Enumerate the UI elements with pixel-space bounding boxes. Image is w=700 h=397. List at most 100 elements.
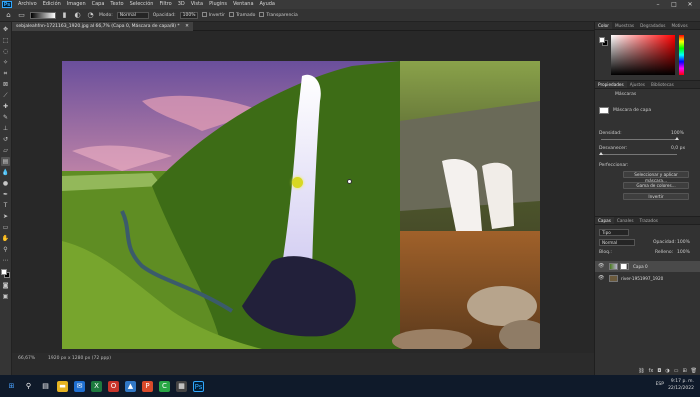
transparency-option[interactable]: Transparencia [259, 12, 298, 18]
menu-edicion[interactable]: Edición [40, 0, 64, 9]
powerpoint-icon[interactable]: P [142, 380, 153, 392]
canvas-area[interactable] [12, 31, 594, 353]
radial-gradient-icon[interactable]: ◐ [73, 11, 82, 20]
gradient-picker[interactable] [30, 11, 56, 19]
opacity-input[interactable]: 100% [179, 11, 198, 19]
tab-paths[interactable]: Trazados [637, 217, 661, 224]
panel-foreground-swatch[interactable] [599, 37, 605, 43]
fill-value[interactable]: 100% [677, 250, 690, 255]
close-window-button[interactable]: ✕ [682, 0, 698, 9]
density-slider-knob[interactable] [675, 137, 679, 140]
layer-row[interactable]: 👁 Capa 0 [595, 261, 700, 272]
menu-ventana[interactable]: Ventana [230, 0, 257, 9]
menu-imagen[interactable]: Imagen [64, 0, 89, 9]
dodge-tool-icon[interactable]: ● [1, 179, 10, 188]
tab-properties[interactable]: Propiedades [595, 81, 627, 88]
brush-tool-icon[interactable]: ✎ [1, 113, 10, 122]
gradient-tool-icon[interactable]: ▤ [1, 157, 10, 166]
magic-wand-tool-icon[interactable]: ✧ [1, 58, 10, 67]
move-tool-icon[interactable]: ✥ [1, 25, 10, 34]
windows-start-icon[interactable]: ⊞ [6, 381, 17, 392]
rectangle-tool-icon[interactable]: ▭ [1, 223, 10, 232]
minimize-button[interactable]: – [650, 0, 666, 9]
task-view-icon[interactable]: ▤ [40, 381, 51, 392]
file-explorer-icon[interactable]: ▬ [57, 380, 68, 392]
language-indicator[interactable]: ESP [656, 382, 664, 387]
document-canvas[interactable] [62, 61, 540, 349]
tab-adjustments[interactable]: Ajustes [627, 81, 648, 88]
menu-seleccion[interactable]: Selección [127, 0, 157, 9]
feather-slider-knob[interactable] [599, 152, 603, 155]
linear-gradient-icon[interactable]: ▮ [60, 11, 69, 20]
maximize-button[interactable]: □ [666, 0, 682, 9]
layer-filter-select[interactable]: Tipo [599, 229, 629, 236]
layer-mask-thumbnail[interactable] [620, 263, 629, 270]
add-mask-icon[interactable]: ◘ [657, 368, 661, 374]
photos-icon[interactable]: ▲ [125, 380, 136, 392]
color-field[interactable] [611, 35, 675, 75]
visibility-eye-icon[interactable]: 👁 [598, 275, 604, 281]
link-layers-icon[interactable]: ⛓ [638, 368, 644, 374]
more-tools-icon[interactable]: ⋯ [1, 256, 10, 265]
trash-icon[interactable]: 🗑 [691, 368, 697, 374]
tab-channels[interactable]: Canales [614, 217, 637, 224]
clone-stamp-tool-icon[interactable]: ⊥ [1, 124, 10, 133]
tab-gradients[interactable]: Degradados [637, 22, 668, 29]
select-and-mask-button[interactable]: Seleccionar y aplicar máscara... [623, 171, 689, 183]
new-group-icon[interactable]: ▭ [674, 368, 679, 374]
pen-tool-icon[interactable]: ✒ [1, 190, 10, 199]
adjustment-layer-icon[interactable]: ◑ [665, 368, 669, 374]
document-tab[interactable]: sebjaleahfnn-1721163_1920.jpg al 66,7% (… [12, 22, 193, 31]
photoshop-taskbar-icon[interactable]: Ps [193, 380, 204, 392]
app-icon[interactable]: ▦ [176, 380, 187, 392]
menu-capa[interactable]: Capa [89, 0, 108, 9]
menu-vista[interactable]: Vista [188, 0, 206, 9]
tab-color[interactable]: Color [595, 22, 612, 29]
opera-icon[interactable]: O [108, 380, 119, 392]
foreground-background-colors[interactable] [0, 269, 11, 279]
menu-plugins[interactable]: Plugins [206, 0, 230, 9]
color-range-button[interactable]: Gama de colores... [623, 182, 689, 189]
layer-opacity-value[interactable]: 100% [677, 240, 690, 245]
mode-select[interactable]: Normal [116, 11, 149, 19]
tab-libraries[interactable]: Bibliotecas [648, 81, 677, 88]
zoom-tool-icon[interactable]: ⚲ [1, 245, 10, 254]
blur-tool-icon[interactable]: 💧 [1, 168, 10, 177]
eyedropper-tool-icon[interactable]: ⟋ [1, 91, 10, 100]
home-icon[interactable]: ⌂ [4, 11, 13, 20]
dither-option[interactable]: Tramado [228, 12, 255, 18]
invert-option[interactable]: Invertir [201, 12, 225, 18]
close-tab-icon[interactable]: ✕ [185, 24, 189, 29]
feather-slider[interactable] [599, 152, 677, 155]
quick-mask-icon[interactable]: ◙ [1, 281, 10, 290]
tab-patterns[interactable]: Motivos [668, 22, 690, 29]
healing-brush-tool-icon[interactable]: ✚ [1, 102, 10, 111]
menu-ayuda[interactable]: Ayuda [257, 0, 278, 9]
blend-mode-select[interactable]: Normal [599, 239, 635, 246]
gradient-tool-icon[interactable]: ▭ [17, 11, 26, 20]
lasso-tool-icon[interactable]: ◌ [1, 47, 10, 56]
angle-gradient-icon[interactable]: ◔ [86, 11, 95, 20]
hue-slider[interactable] [679, 35, 684, 75]
invert-checkbox[interactable] [201, 12, 207, 17]
search-icon[interactable]: ⚲ [23, 381, 34, 392]
excel-icon[interactable]: X [91, 380, 102, 392]
visibility-eye-icon[interactable]: 👁 [598, 263, 604, 269]
screen-mode-icon[interactable]: ▣ [1, 292, 10, 301]
menu-filtro[interactable]: Filtro [156, 0, 174, 9]
eraser-tool-icon[interactable]: ▱ [1, 146, 10, 155]
density-slider[interactable] [601, 137, 679, 140]
foreground-color-swatch[interactable] [0, 269, 7, 275]
tab-swatches[interactable]: Muestras [612, 22, 637, 29]
fx-icon[interactable]: fx [649, 368, 654, 374]
gradient-end-handle[interactable] [347, 179, 352, 184]
feather-value[interactable]: 0,0 px [671, 146, 685, 151]
path-selection-tool-icon[interactable]: ➤ [1, 212, 10, 221]
hand-tool-icon[interactable]: ✋ [1, 234, 10, 243]
invert-mask-button[interactable]: Invertir [623, 193, 689, 200]
layer-row[interactable]: 👁 river-1951997_1920 [595, 273, 700, 284]
zoom-level[interactable]: 66,67% [18, 356, 35, 361]
frame-tool-icon[interactable]: ⊠ [1, 80, 10, 89]
type-tool-icon[interactable]: T [1, 201, 10, 210]
mail-icon[interactable]: ✉ [74, 380, 85, 392]
